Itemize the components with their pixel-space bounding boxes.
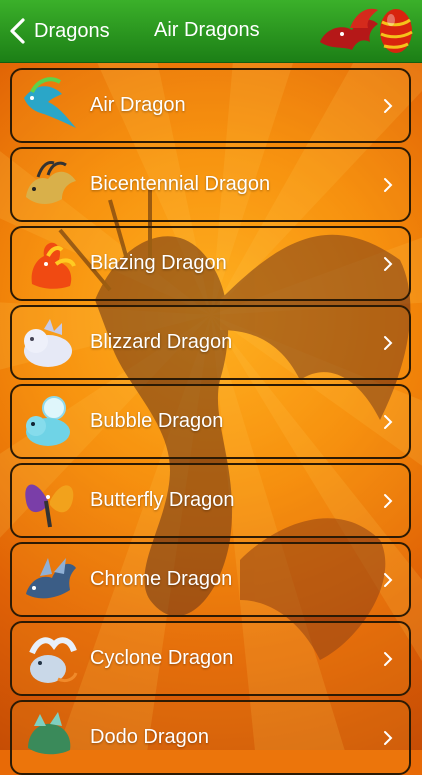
list-item-blazing-dragon[interactable]: Blazing Dragon bbox=[10, 226, 411, 301]
list-item-bicentennial-dragon[interactable]: Bicentennial Dragon bbox=[10, 147, 411, 222]
list-item-butterfly-dragon[interactable]: Butterfly Dragon bbox=[10, 463, 411, 538]
list-item-air-dragon[interactable]: Air Dragon bbox=[10, 68, 411, 143]
blazing-dragon-icon bbox=[31, 242, 76, 289]
list-item-label: Butterfly Dragon bbox=[90, 489, 235, 511]
list-item-chrome-dragon[interactable]: Chrome Dragon bbox=[10, 542, 411, 617]
list-item-label: Bicentennial Dragon bbox=[90, 173, 271, 195]
chevron-right-icon bbox=[384, 99, 393, 113]
dragon-list: Air Dragon Bicentennial Dragon Blazing D… bbox=[0, 62, 422, 775]
list-item-label: Blizzard Dragon bbox=[90, 331, 233, 353]
list-item-label: Blazing Dragon bbox=[90, 252, 227, 274]
back-button-label: Dragons bbox=[34, 19, 110, 42]
list-item-blizzard-dragon[interactable]: Blizzard Dragon bbox=[10, 305, 411, 380]
list-item-label: Chrome Dragon bbox=[90, 568, 233, 590]
cyclone-dragon-icon bbox=[29, 637, 78, 683]
butterfly-dragon-icon bbox=[25, 484, 74, 528]
list-item-label: Bubble Dragon bbox=[90, 410, 224, 432]
chevron-right-icon bbox=[384, 652, 393, 666]
list-item-label: Air Dragon bbox=[90, 94, 186, 116]
chevron-right-icon bbox=[384, 731, 393, 745]
list-item-label: Dodo Dragon bbox=[90, 726, 209, 748]
chevron-right-icon bbox=[384, 573, 393, 587]
chevron-right-icon bbox=[384, 178, 393, 192]
dragon-egg-logo-icon bbox=[320, 8, 413, 53]
chevron-right-icon bbox=[384, 336, 393, 350]
chevron-left-icon bbox=[10, 18, 25, 44]
list-item-dodo-dragon[interactable]: Dodo Dragon bbox=[10, 700, 411, 775]
bubble-dragon-icon bbox=[26, 396, 70, 446]
list-item-bubble-dragon[interactable]: Bubble Dragon bbox=[10, 384, 411, 459]
list-item-label: Cyclone Dragon bbox=[90, 647, 234, 669]
page-title: Air Dragons bbox=[154, 19, 260, 41]
navigation-bar: Dragons Air Dragons bbox=[0, 0, 422, 63]
chevron-right-icon bbox=[384, 415, 393, 429]
back-button[interactable]: Dragons bbox=[8, 14, 110, 48]
chevron-right-icon bbox=[384, 494, 393, 508]
chevron-right-icon bbox=[384, 257, 393, 271]
list-item-cyclone-dragon[interactable]: Cyclone Dragon bbox=[10, 621, 411, 696]
blizzard-dragon-icon bbox=[24, 319, 72, 367]
chrome-dragon-icon bbox=[26, 558, 76, 599]
bicentennial-dragon-icon bbox=[26, 161, 76, 204]
air-dragon-icon bbox=[24, 77, 76, 128]
dodo-dragon-icon bbox=[28, 712, 71, 755]
